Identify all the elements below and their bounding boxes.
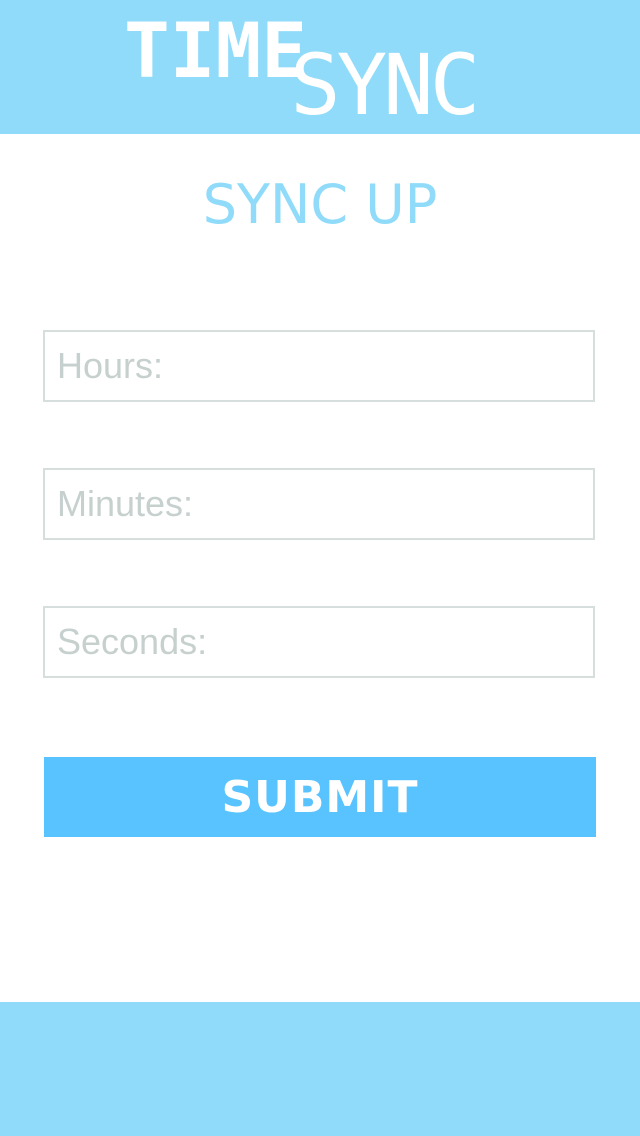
app-footer bbox=[0, 1002, 640, 1136]
submit-button[interactable]: SUBMIT bbox=[44, 757, 596, 837]
minutes-input[interactable] bbox=[43, 468, 595, 540]
seconds-input[interactable] bbox=[43, 606, 595, 678]
hours-input[interactable] bbox=[43, 330, 595, 402]
logo-time-text: TIME bbox=[124, 6, 308, 95]
logo-sync-text: SYNC bbox=[290, 36, 480, 134]
page-title: SYNC UP bbox=[202, 173, 438, 236]
app-header: TIME SYNC bbox=[0, 0, 640, 134]
